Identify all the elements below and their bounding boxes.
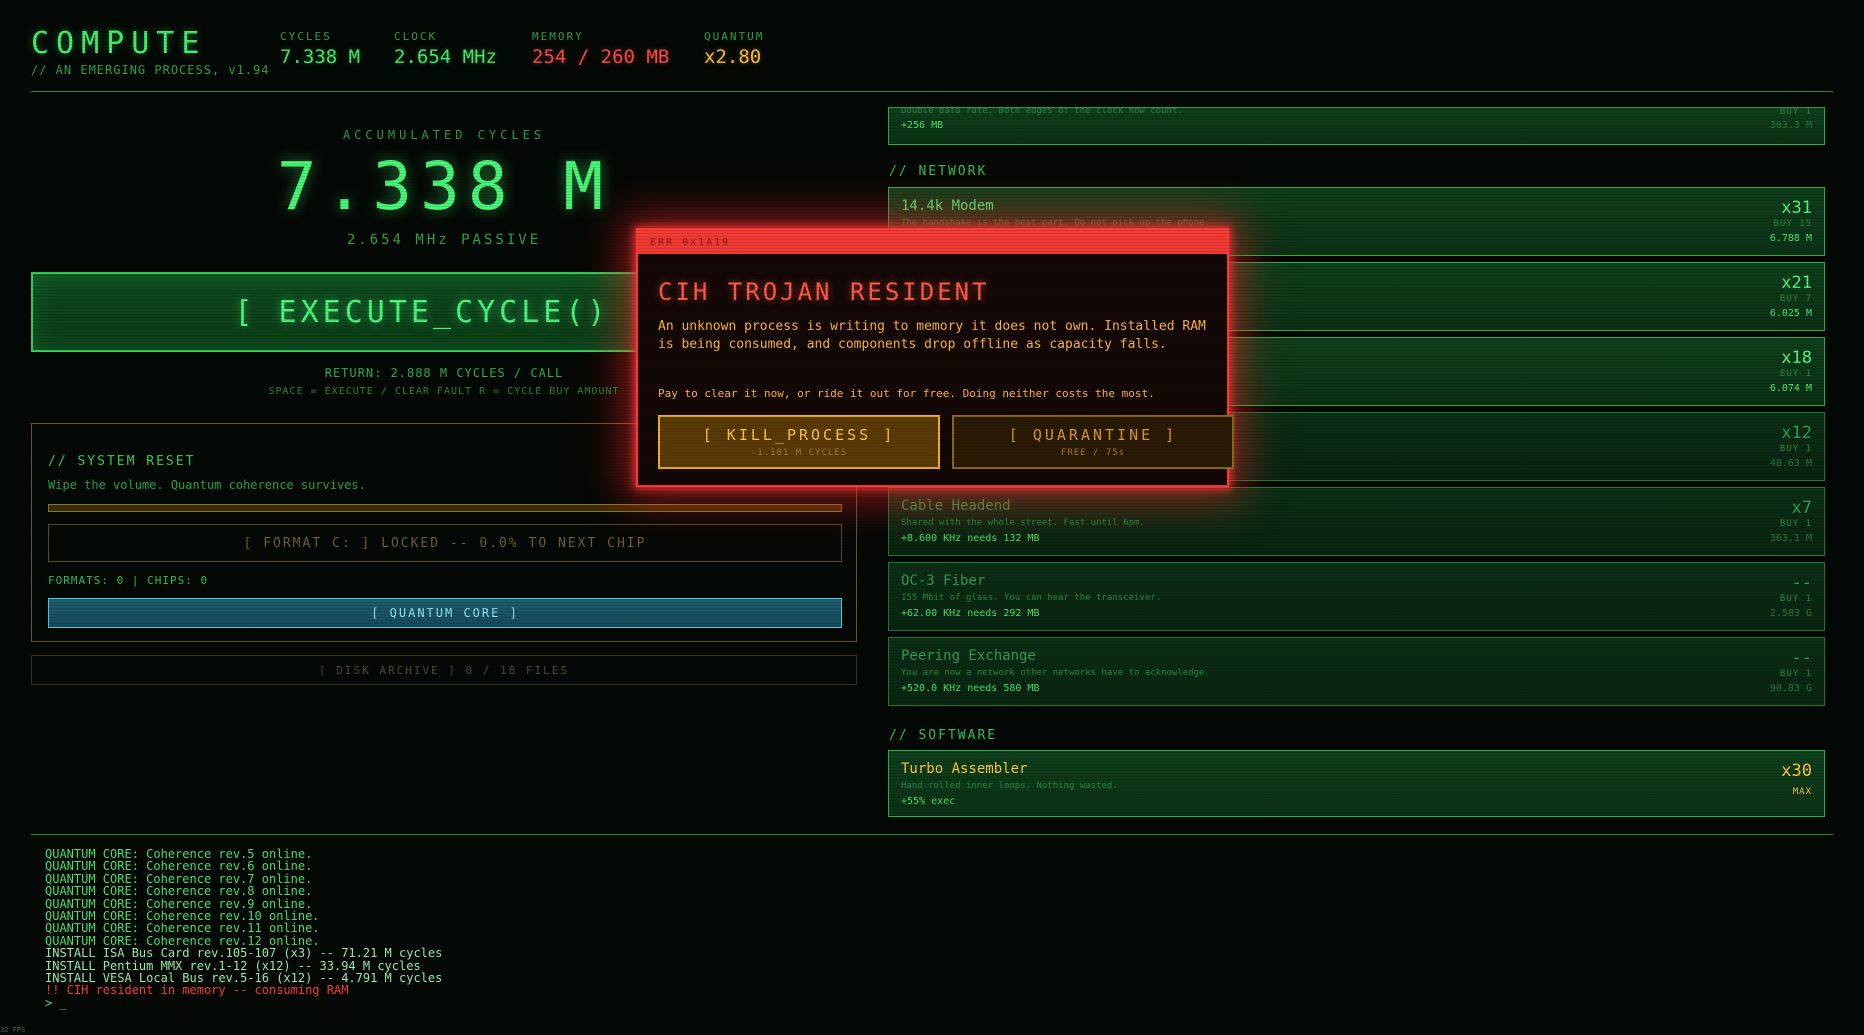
header-divider: [31, 91, 1833, 92]
disk-archive-button[interactable]: [ DISK ARCHIVE ] 0 / 18 FILES: [31, 655, 857, 685]
network-card-count: x21: [1781, 273, 1812, 293]
quarantine-label: [ QUARANTINE ]: [1008, 426, 1178, 444]
network-card-buy: BUY 1: [1779, 519, 1812, 529]
network-card-name: 14.4k Modem: [901, 198, 994, 214]
network-card-price: 363.1 M: [1769, 533, 1812, 544]
kill-process-button[interactable]: [ KILL_PROCESS ] -1.101 M CYCLES: [658, 415, 940, 469]
log-line-alert: !! CIH resident in memory -- consuming R…: [45, 983, 349, 998]
quantum-core-button[interactable]: [ QUANTUM CORE ]: [48, 598, 842, 628]
network-card-buy: BUY 1: [1779, 594, 1812, 604]
store-card-buy: BUY 1: [1779, 107, 1812, 117]
stat-cycles-value: 7.338 M: [280, 46, 361, 68]
network-card-buy: BUY 15: [1773, 219, 1812, 229]
network-card-effect: +520.0 KHz needs 580 MB: [901, 683, 1040, 694]
network-card-count: --: [1791, 648, 1812, 668]
network-card-buy: BUY 1: [1779, 444, 1812, 454]
network-card-name: Peering Exchange: [901, 648, 1036, 664]
software-card-count: x30: [1781, 761, 1812, 781]
stat-cycles-label: CYCLES: [280, 30, 332, 43]
log-prompt[interactable]: > _: [45, 996, 442, 1009]
fps-counter: 32 FPS: [0, 1026, 26, 1034]
network-card-name: Cable Headend: [901, 498, 1011, 514]
system-reset-title: // SYSTEM RESET: [48, 454, 196, 469]
network-card-effect: +8.600 KHz needs 132 MB: [901, 533, 1040, 544]
network-card-cable-headend[interactable]: Cable Headend Shared with the whole stre…: [888, 487, 1825, 556]
store-card-price: 303.3 M: [1769, 120, 1812, 131]
network-card-count: x7: [1791, 498, 1812, 518]
brand: COMPUTE // AN EMERGING PROCESS, v1.94: [31, 26, 270, 77]
network-card-buy: BUY 1: [1779, 369, 1812, 379]
log-line: INSTALL ISA Bus Card rev.105-107 (x3) --…: [45, 946, 443, 961]
network-card-desc: You are now a network other networks hav…: [901, 668, 1210, 678]
app-subtitle: // AN EMERGING PROCESS, v1.94: [31, 63, 270, 77]
stat-quantum-value: x2.80: [704, 46, 762, 68]
network-card-name: OC-3 Fiber: [901, 573, 986, 589]
network-card-peering-exchange[interactable]: Peering Exchange You are now a network o…: [888, 637, 1825, 706]
network-card-count: x18: [1781, 348, 1812, 368]
network-card-price: 2.583 G: [1769, 608, 1812, 619]
network-card-count: x12: [1781, 423, 1812, 443]
stat-cycles: CYCLES 7.338 M: [280, 30, 360, 68]
log-line: QUANTUM CORE: Coherence rev.6 online.: [45, 859, 313, 874]
stat-quantum: QUANTUM x2.80: [704, 30, 764, 68]
trojan-alert-modal: ERR 0x1A19 CIH TROJAN RESIDENT An unknow…: [636, 228, 1234, 487]
stat-clock-value: 2.654 MHz: [394, 46, 497, 68]
system-reset-description: Wipe the volume. Quantum coherence survi…: [48, 478, 366, 492]
quarantine-button[interactable]: [ QUARANTINE ] FREE / 75s: [952, 415, 1234, 469]
network-card-buy: BUY 1: [1779, 669, 1812, 679]
network-card-effect: +62.00 KHz needs 292 MB: [901, 608, 1040, 619]
modal-note: Pay to clear it now, or ride it out for …: [658, 387, 1155, 400]
log-divider: [31, 834, 1833, 835]
network-card-oc3-fiber[interactable]: OC-3 Fiber 155 Mbit of glass. You can he…: [888, 562, 1825, 631]
network-card-price: 6.074 M: [1769, 383, 1812, 394]
modal-body: An unknown process is writing to memory …: [658, 319, 1206, 352]
network-card-price: 6.788 M: [1769, 233, 1812, 244]
format-c-button[interactable]: [ FORMAT C: ] LOCKED -- 0.0% TO NEXT CHI…: [48, 524, 842, 562]
software-card-name: Turbo Assembler: [901, 761, 1028, 777]
store-card-partial[interactable]: Double data rate. Both edges of the cloc…: [888, 107, 1825, 145]
network-card-price: 90.83 G: [1769, 683, 1812, 694]
reset-progress-bar: [48, 504, 842, 512]
network-card-price: 48.63 M: [1769, 458, 1812, 469]
software-card-effect: +55% exec: [901, 796, 956, 807]
quarantine-cost: FREE / 75s: [1060, 448, 1126, 458]
software-section-title: // SOFTWARE: [889, 728, 998, 743]
kill-process-cost: -1.101 M CYCLES: [750, 448, 848, 458]
network-section-title: // NETWORK: [889, 164, 988, 179]
accumulated-label: ACCUMULATED CYCLES: [342, 128, 546, 142]
network-card-buy: BUY 7: [1779, 294, 1812, 304]
modal-error-code: ERR 0x1A19: [650, 237, 731, 248]
log-line: QUANTUM CORE: Coherence rev.8 online.: [45, 884, 313, 899]
modal-title: CIH TROJAN RESIDENT: [658, 278, 990, 306]
log-line: QUANTUM CORE: Coherence rev.11 online.: [45, 921, 320, 936]
store-card-effect: +256 MB: [901, 120, 944, 131]
network-card-count: x31: [1781, 198, 1812, 218]
stat-clock: CLOCK 2.654 MHz: [394, 30, 497, 68]
software-card-desc: Hand-rolled inner loops. Nothing wasted.: [901, 781, 1118, 791]
modal-header: ERR 0x1A19: [638, 230, 1227, 254]
kill-process-label: [ KILL_PROCESS ]: [702, 426, 896, 444]
formats-chips-count: FORMATS: 0 | CHIPS: 0: [48, 574, 209, 587]
stat-clock-label: CLOCK: [394, 30, 438, 43]
event-log: QUANTUM CORE: Coherence rev.5 online. QU…: [45, 848, 443, 1010]
network-card-price: 6.025 M: [1769, 308, 1812, 319]
app-title: COMPUTE: [31, 26, 207, 61]
stat-memory-value: 254 / 260 MB: [532, 46, 670, 68]
software-card-max: MAX: [1792, 787, 1812, 797]
stat-memory-label: MEMORY: [532, 30, 584, 43]
network-card-desc: 155 Mbit of glass. You can hear the tran…: [901, 593, 1162, 603]
network-card-desc: The handshake is the best part. Do not p…: [901, 218, 1210, 228]
stat-quantum-label: QUANTUM: [704, 30, 765, 43]
software-card-turbo-assembler[interactable]: Turbo Assembler Hand-rolled inner loops.…: [888, 750, 1825, 817]
network-card-count: --: [1791, 573, 1812, 593]
accumulated-value: 7.338 M: [276, 148, 612, 225]
store-card-desc: Double data rate. Both edges of the cloc…: [901, 107, 1183, 116]
network-card-desc: Shared with the whole street. Fast until…: [901, 518, 1145, 528]
stat-memory: MEMORY 254 / 260 MB: [532, 30, 669, 68]
